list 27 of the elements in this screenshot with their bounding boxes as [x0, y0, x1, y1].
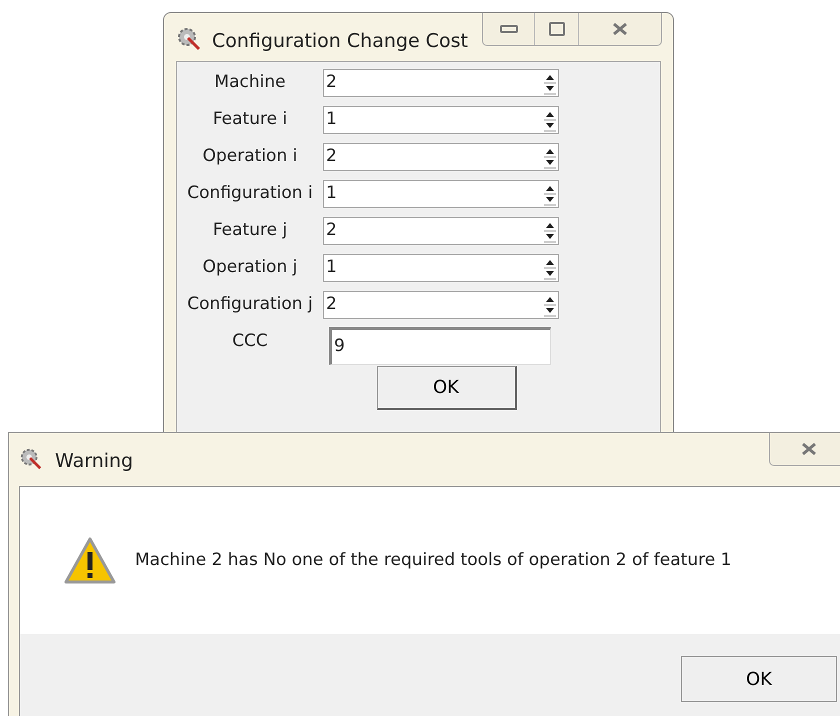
close-icon: [800, 442, 818, 456]
spinner-field[interactable]: 1: [323, 254, 559, 282]
gear-icon: [176, 26, 202, 52]
dialog-title: Warning: [55, 449, 134, 474]
field-label: Operation j: [202, 256, 298, 280]
spinner-field[interactable]: 2: [323, 291, 559, 319]
field-label: CCC: [231, 330, 269, 354]
spinner-field[interactable]: 2: [323, 217, 559, 245]
window-title: Configuration Change Cost: [212, 29, 468, 54]
field-label: Feature i: [212, 108, 288, 132]
spinner-field[interactable]: 1: [323, 180, 559, 208]
close-icon: [611, 22, 629, 36]
field-label: Machine: [213, 71, 287, 94]
spinner-field[interactable]: 2: [323, 143, 559, 171]
field-label: Configuration j: [186, 293, 314, 316]
field-label: Operation i: [202, 145, 298, 168]
field-label: Configuration i: [186, 182, 314, 206]
input-field[interactable]: 9: [329, 327, 551, 365]
close-button[interactable]: [769, 433, 840, 466]
warning-message: Machine 2 has No one of the required tools of operation 2 of feature 1: [135, 548, 732, 572]
gear-icon: [19, 447, 43, 471]
spinner-field[interactable]: 2: [323, 69, 559, 97]
field-label: Feature j: [212, 219, 288, 242]
ok-button[interactable]: OK: [681, 656, 837, 702]
warning-icon: [63, 536, 117, 586]
spinner-field[interactable]: 1: [323, 106, 559, 134]
ok-button[interactable]: OK: [376, 366, 516, 410]
